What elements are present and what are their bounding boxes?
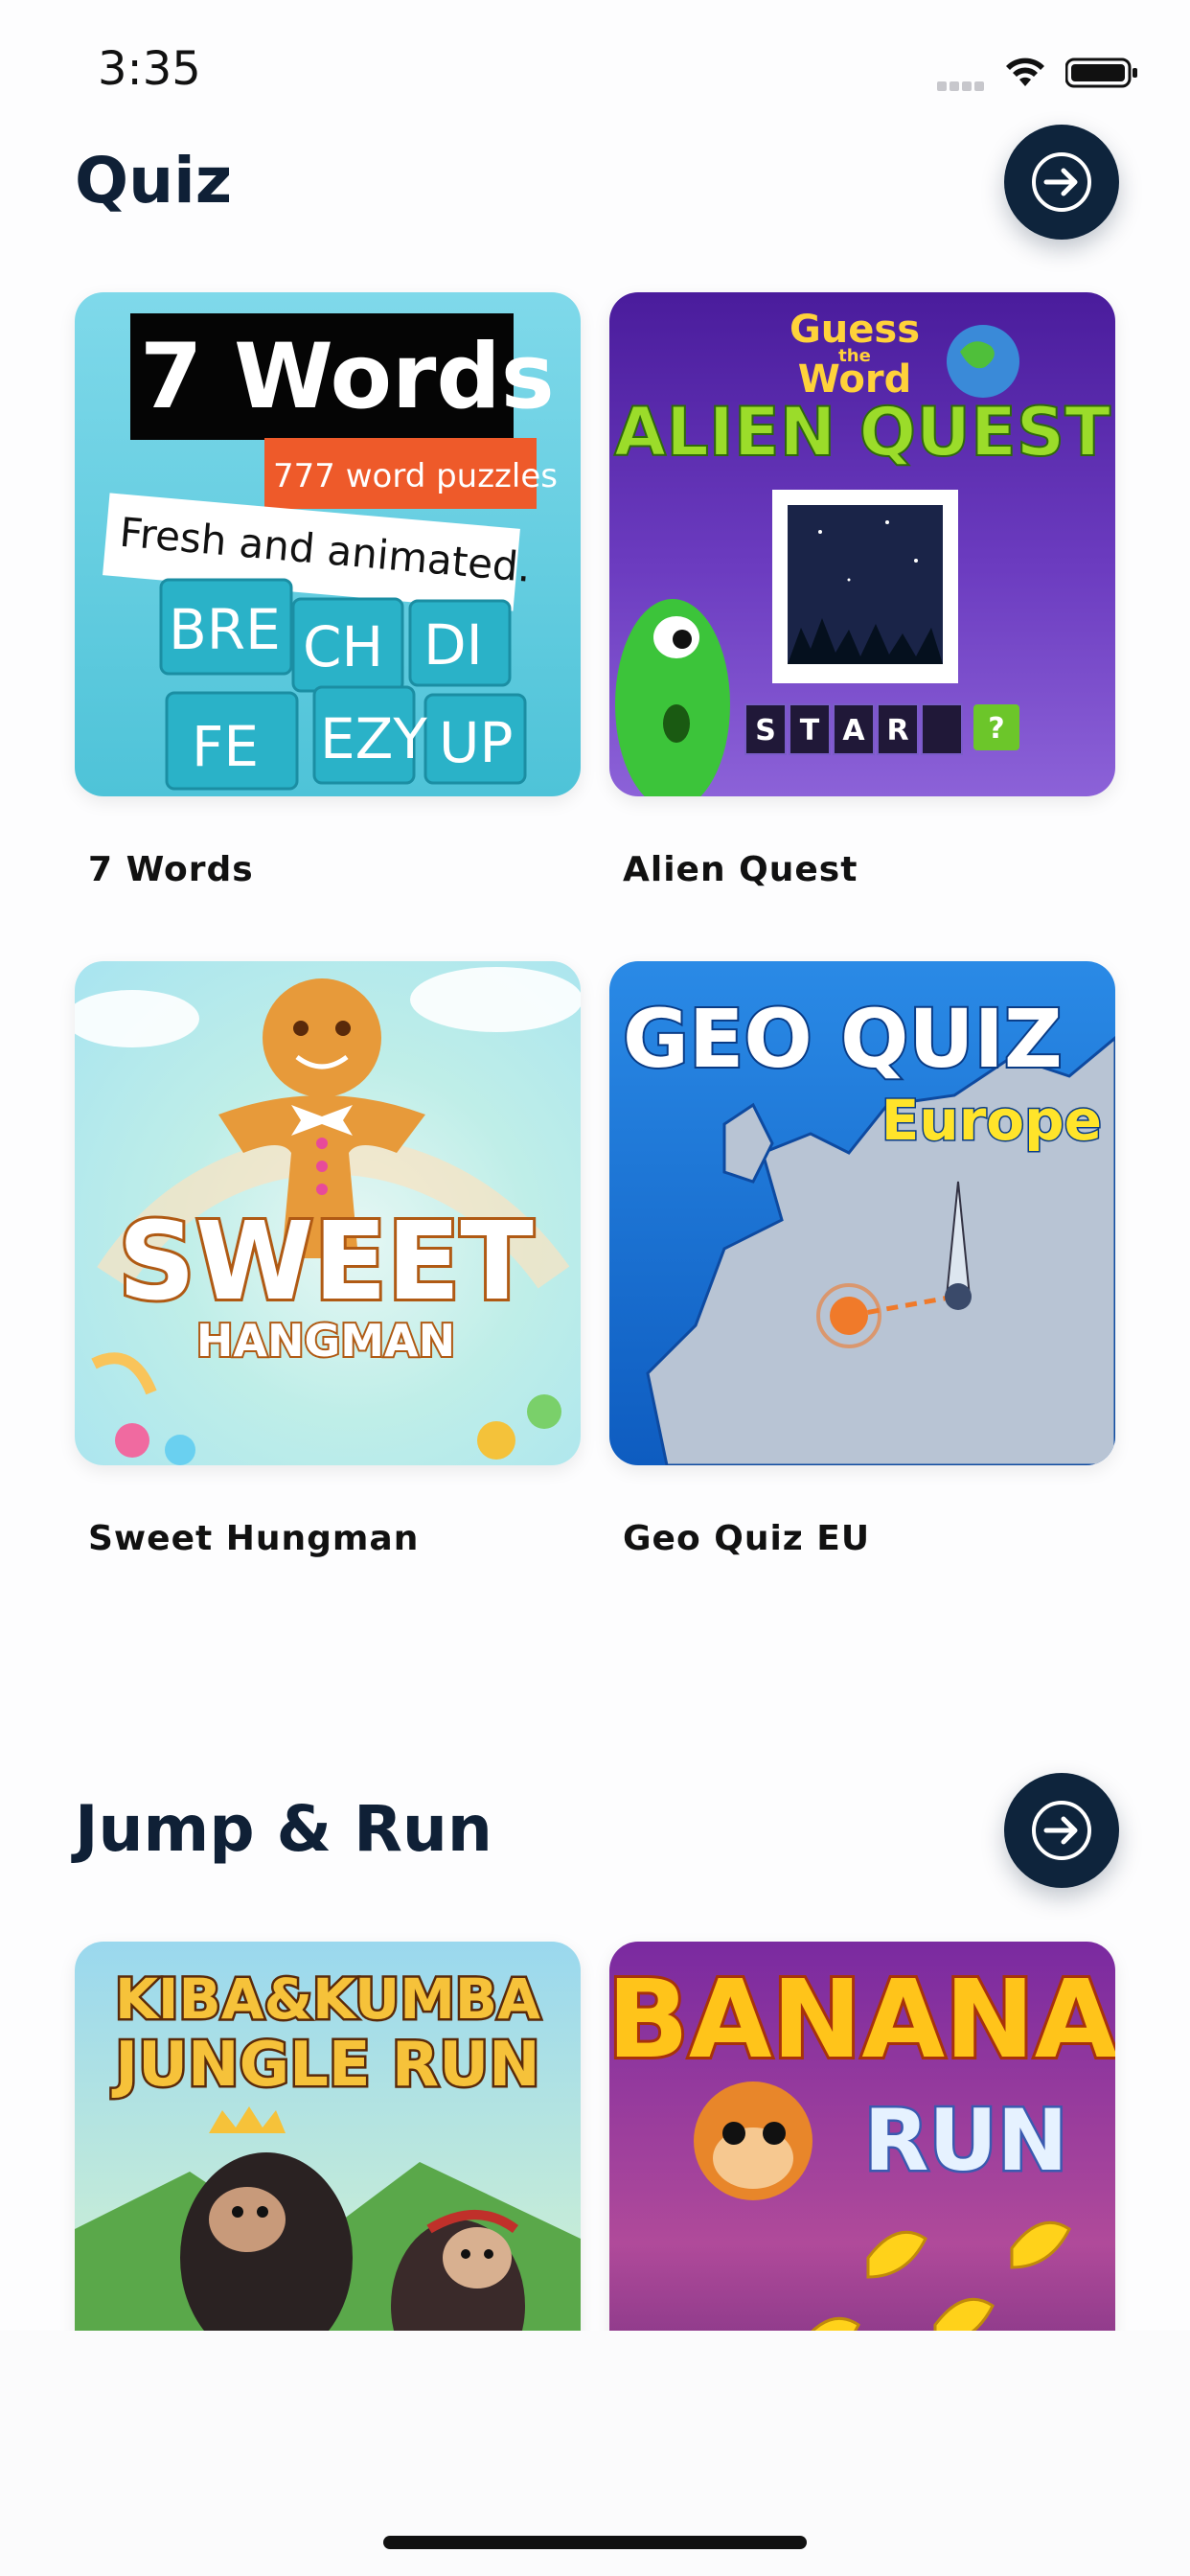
svg-text:?: ?	[988, 712, 1004, 746]
home-indicator[interactable]	[383, 2536, 807, 2549]
svg-text:CH: CH	[303, 614, 383, 679]
svg-text:GEO QUIZ: GEO QUIZ	[623, 992, 1063, 1086]
game-title-7-words[interactable]: 7 Words	[88, 850, 254, 889]
jump-run-section-title: Jump & Run	[75, 1792, 492, 1866]
svg-text:KIBA&KUMBA: KIBA&KUMBA	[115, 1966, 540, 2032]
game-tile-geo-quiz[interactable]: GEO QUIZ Europe	[609, 961, 1115, 1465]
wifi-icon	[1006, 58, 1044, 86]
svg-text:777 word puzzles: 777 word puzzles	[273, 457, 558, 495]
svg-text:EZY: EZY	[320, 706, 427, 771]
svg-text:S: S	[755, 714, 776, 748]
game-tile-sweet-hangman[interactable]: SWEET HANGMAN	[75, 961, 581, 1465]
svg-text:FE: FE	[192, 714, 259, 779]
svg-text:JUNGLE RUN: JUNGLE RUN	[111, 2030, 539, 2101]
game-title-geo-quiz[interactable]: Geo Quiz EU	[623, 1519, 870, 1558]
game-artwork-sweet-hangman: SWEET HANGMAN	[75, 967, 581, 1465]
arrow-right-icon	[1032, 1801, 1091, 1860]
game-title-sweet-hangman[interactable]: Sweet Hungman	[88, 1519, 419, 1558]
svg-text:7 Words: 7 Words	[140, 325, 555, 429]
svg-text:HANGMAN: HANGMAN	[196, 1315, 455, 1367]
jump-run-section-header: Jump & Run	[75, 1773, 1119, 1894]
status-time: 3:35	[98, 42, 201, 96]
svg-text:DI: DI	[423, 612, 483, 678]
quiz-see-all-button[interactable]	[1004, 125, 1119, 240]
game-artwork-7-words: 7 Words 777 word puzzles Fresh and anima…	[103, 313, 558, 791]
game-tile-7-words[interactable]: 7 Words 777 word puzzles Fresh and anima…	[75, 292, 581, 796]
game-artwork-geo-quiz: GEO QUIZ Europe	[621, 990, 1115, 1465]
svg-text:BANANA: BANANA	[609, 1958, 1115, 2082]
game-title-alien-quest[interactable]: Alien Quest	[623, 850, 858, 889]
svg-text:R: R	[886, 714, 908, 748]
battery-icon	[1065, 58, 1137, 88]
svg-text:SWEET: SWEET	[118, 1200, 534, 1324]
svg-text:A: A	[842, 714, 865, 748]
arrow-right-icon	[1032, 152, 1091, 212]
svg-text:BRE: BRE	[169, 597, 281, 662]
jump-run-see-all-button[interactable]	[1004, 1773, 1119, 1888]
svg-text:ALIEN QUEST: ALIEN QUEST	[614, 393, 1110, 472]
svg-text:RUN: RUN	[864, 2091, 1068, 2190]
status-bar: 3:35	[0, 0, 1190, 134]
svg-text:Europe: Europe	[881, 1088, 1102, 1153]
game-tile-alien-quest[interactable]: Guess the Word ALIEN QUEST S T A R ?	[609, 292, 1115, 796]
quiz-section-title: Quiz	[75, 144, 233, 218]
svg-text:T: T	[800, 714, 820, 748]
game-artwork-alien-quest: Guess the Word ALIEN QUEST S T A R ?	[613, 308, 1111, 796]
svg-text:UP: UP	[439, 710, 513, 775]
quiz-section-header: Quiz	[75, 125, 1119, 245]
cellular-signal-icon	[937, 77, 991, 91]
